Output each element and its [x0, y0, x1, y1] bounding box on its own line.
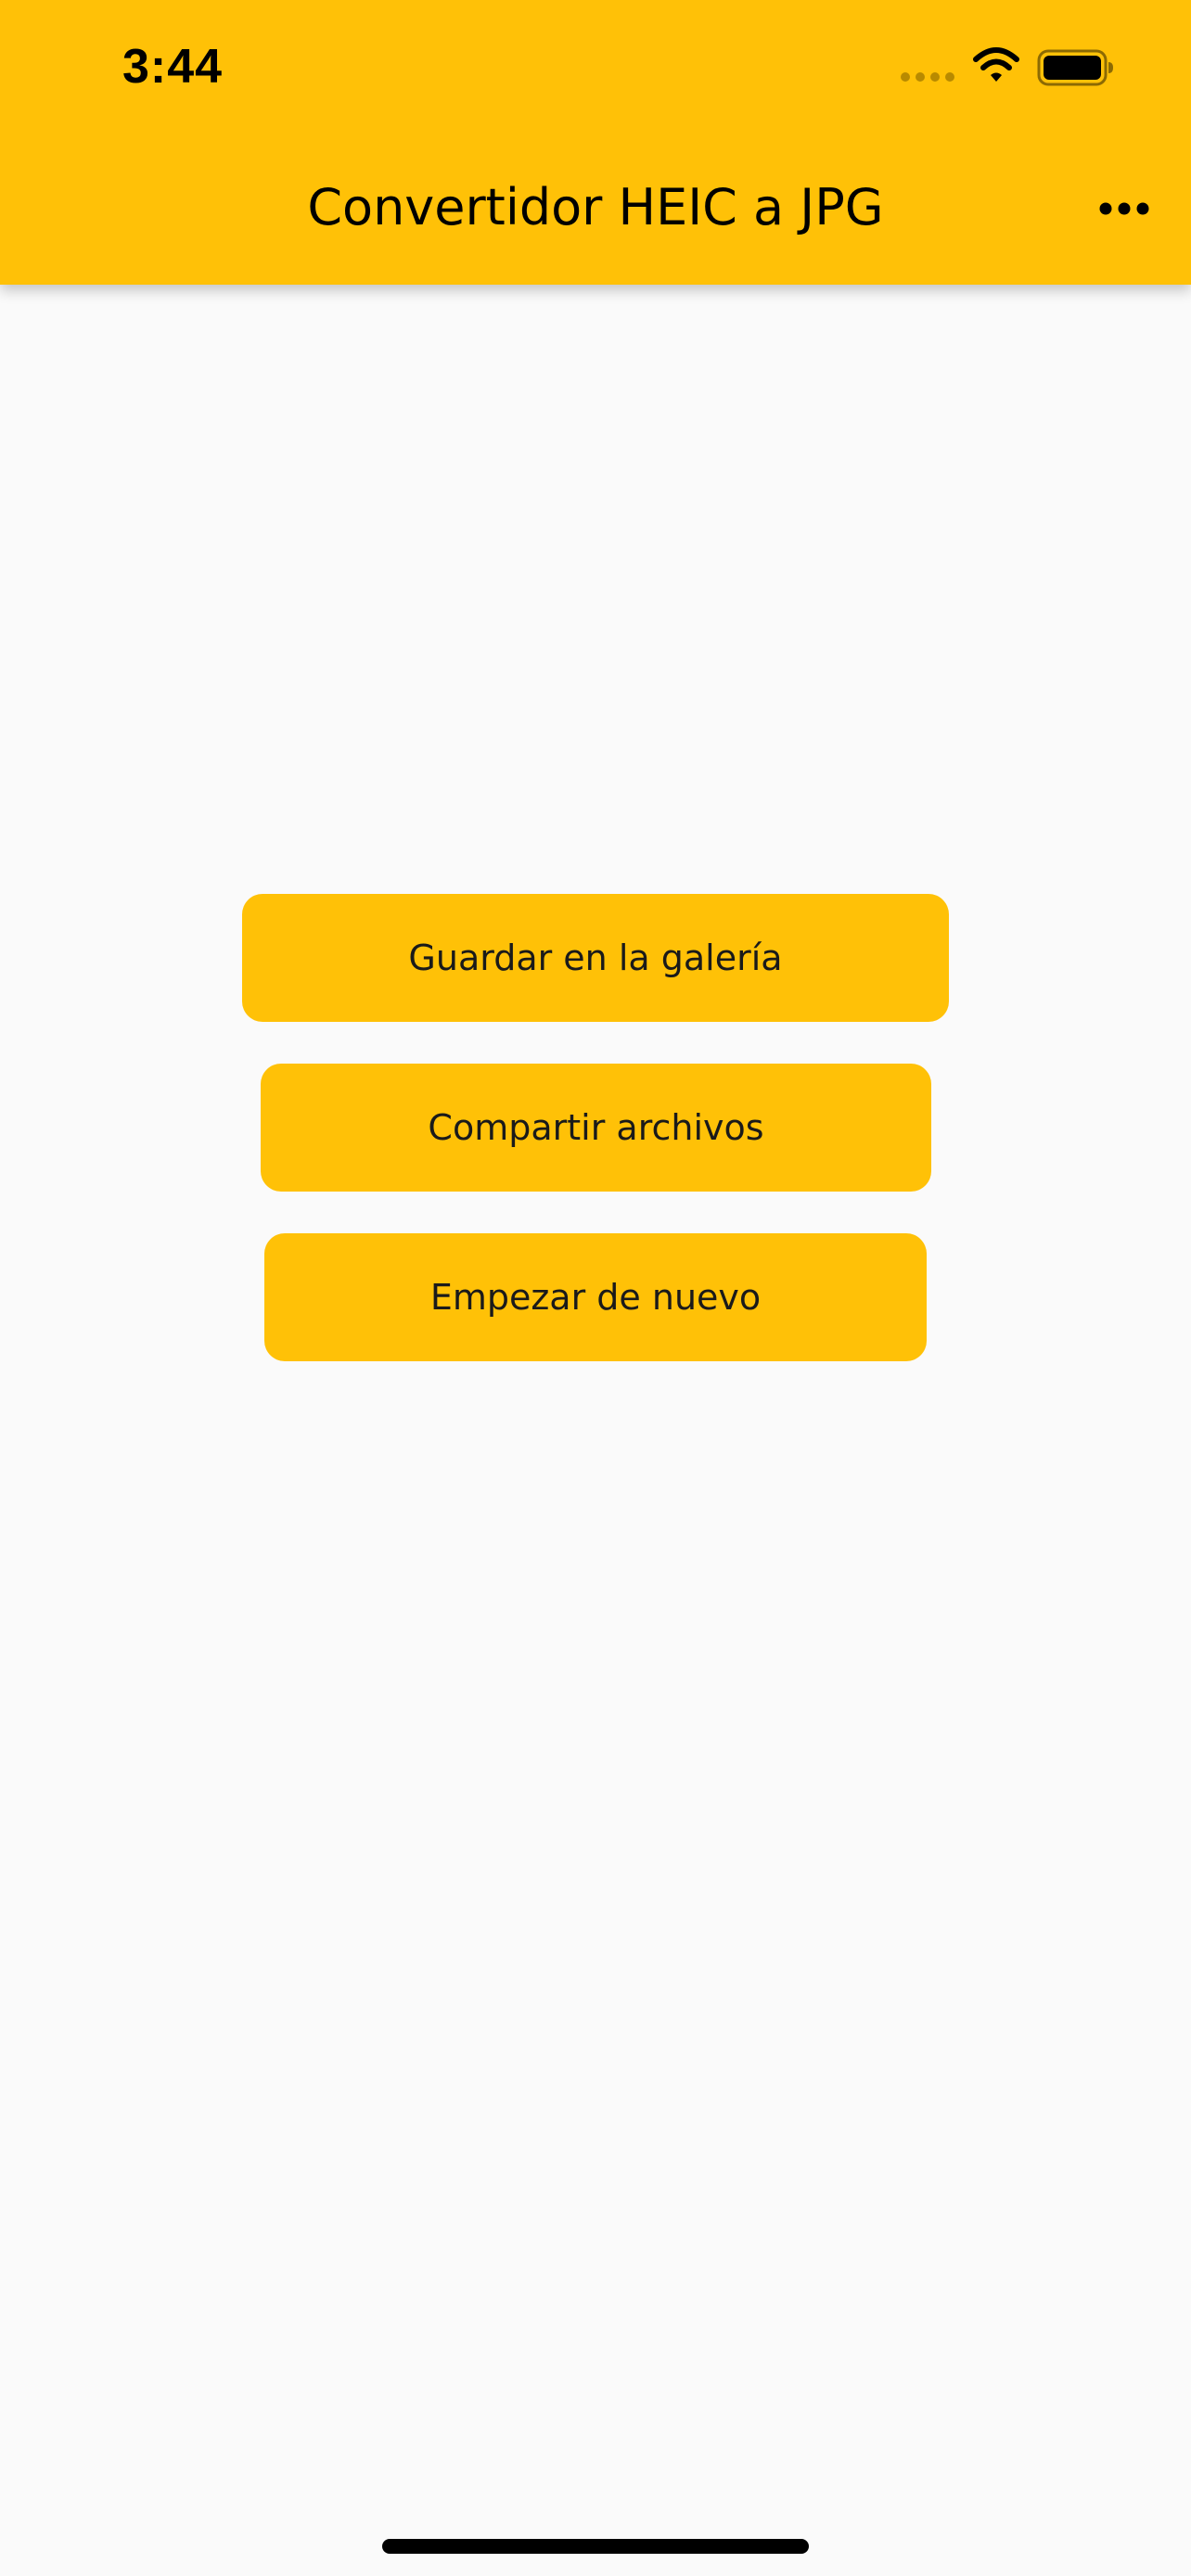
- home-indicator[interactable]: [382, 2539, 809, 2554]
- screen: 3:44 Convertidor HEIC a JPG Guardar en l…: [0, 0, 1191, 2576]
- share-files-button[interactable]: Compartir archivos: [261, 1064, 931, 1192]
- wifi-icon: [973, 47, 1019, 82]
- more-menu-button[interactable]: [1095, 185, 1154, 232]
- app-bar: 3:44 Convertidor HEIC a JPG: [0, 0, 1191, 285]
- signal-dots-icon: [901, 72, 954, 82]
- save-to-gallery-label: Guardar en la galería: [408, 937, 783, 978]
- start-over-label: Empezar de nuevo: [429, 1277, 762, 1318]
- more-horizontal-icon: [1099, 202, 1149, 215]
- battery-icon: [1037, 49, 1113, 86]
- share-files-label: Compartir archivos: [428, 1107, 764, 1148]
- page-title: Convertidor HEIC a JPG: [307, 178, 884, 236]
- start-over-button[interactable]: Empezar de nuevo: [264, 1233, 927, 1361]
- status-time: 3:44: [122, 40, 224, 94]
- save-to-gallery-button[interactable]: Guardar en la galería: [242, 894, 949, 1022]
